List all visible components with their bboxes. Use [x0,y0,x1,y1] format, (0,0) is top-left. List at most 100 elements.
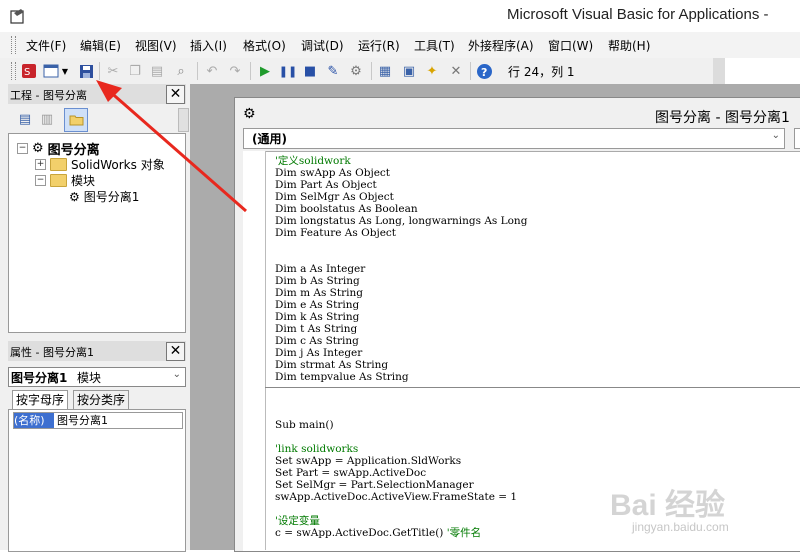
menu-bar: 文件(F) 编辑(E) 视图(V) 插入(I) 格式(O) 调试(D) 运行(R… [0,32,800,58]
copy-icon[interactable]: ❐ [126,62,144,80]
code-line[interactable]: Dim longstatus As Long, longwarnings As … [275,215,527,227]
tree-label-module: 图号分离1 [83,190,140,204]
close-icon[interactable]: ✕ [166,342,185,361]
code-line[interactable]: Dim b As String [275,275,360,287]
folder-open-icon [50,174,67,187]
tree-node-modules[interactable]: − 模块 [35,172,95,189]
code-line[interactable]: Dim e As String [275,299,359,311]
menu-debug[interactable]: 调试(D) [301,37,344,54]
code-line[interactable]: Dim t As String [275,323,357,335]
chevron-down-icon[interactable]: ⌄ [772,130,780,141]
menu-help[interactable]: 帮助(H) [608,37,650,54]
properties-object-select[interactable]: 图号分离1 模块 ⌄ [8,367,186,387]
object-name: 图号分离1 [11,371,68,385]
code-line[interactable]: Dim boolstatus As Boolean [275,203,418,215]
code-line[interactable]: Dim tempvalue As String [275,371,409,383]
code-line[interactable]: 'link solidworks [275,443,358,455]
toolbox-icon[interactable]: ✕ [447,62,465,80]
solidworks-icon[interactable]: S [20,62,38,80]
code-line[interactable]: Dim j As Integer [275,347,362,359]
menu-grip[interactable] [11,36,16,54]
procedure-divider [265,387,800,388]
menu-window[interactable]: 窗口(W) [548,37,593,54]
menu-addins[interactable]: 外接程序(A) [468,37,534,54]
properties-pane-title: 属性 - 图号分离1 [10,346,94,359]
menu-file[interactable]: 文件(F) [26,37,66,54]
properties-window-icon[interactable]: ▣ [400,62,418,80]
tab-alphabetic[interactable]: 按字母序 [12,390,69,410]
stop-icon[interactable]: ■ [301,62,319,80]
menu-view[interactable]: 视图(V) [135,37,177,54]
toolbar-grip[interactable] [11,62,16,80]
code-line[interactable]: Dim Part As Object [275,179,377,191]
chevron-down-icon[interactable]: ▼ [60,62,70,80]
code-line[interactable]: Dim m As String [275,287,363,299]
find-icon[interactable]: ⌕ [172,62,190,80]
object-combo[interactable]: (通用) ⌄ [243,128,785,149]
tab-categorized[interactable]: 按分类序 [73,390,130,409]
property-row[interactable]: (名称) 图号分离1 [13,412,183,429]
tree-node-module[interactable]: ⚙ 图号分离1 [69,188,139,205]
expand-icon[interactable]: + [35,159,46,170]
toggle-folders-icon[interactable] [64,108,88,132]
close-icon[interactable]: ✕ [166,85,185,104]
pause-icon[interactable]: ❚❚ [279,62,297,80]
chevron-down-icon[interactable]: ⌄ [173,369,181,380]
code-line[interactable]: Dim Feature As Object [275,227,396,239]
code-line[interactable]: Sub main() [275,419,334,431]
menu-tools[interactable]: 工具(T) [414,37,455,54]
view-code-icon[interactable]: ▤ [16,110,34,128]
save-icon[interactable] [77,62,95,80]
project-toolbar-scroll[interactable] [178,108,189,132]
code-line[interactable]: Set SelMgr = Part.SelectionManager [275,479,474,491]
collapse-icon[interactable]: − [35,175,46,186]
toolbar-overflow-chevron[interactable] [713,58,725,84]
window-title: Microsoft Visual Basic for Applications … [507,6,769,23]
menu-insert[interactable]: 插入(I) [190,37,227,54]
folder-icon [50,158,67,171]
toolbar-separator [99,62,100,80]
watermark-url: jingyan.baidu.com [632,520,729,534]
svg-text:?: ? [481,66,487,79]
project-toolbar: ▤ ▥ [8,106,189,132]
code-line[interactable]: Set Part = swApp.ActiveDoc [275,467,426,479]
tree-label-solidworks-objects: SolidWorks 对象 [71,158,165,172]
code-line[interactable]: Dim strmat As String [275,359,388,371]
collapse-icon[interactable]: − [17,143,28,154]
cursor-position: 行 24，列 1 [508,65,575,79]
view-object-icon[interactable]: ▥ [38,110,56,128]
code-line[interactable]: Dim c As String [275,335,359,347]
code-line[interactable]: swApp.ActiveDoc.ActiveView.FrameState = … [275,491,517,503]
run-icon[interactable]: ▶ [256,62,274,80]
code-line[interactable]: '设定变量 [275,515,320,527]
vba-app-icon[interactable] [9,7,27,25]
standard-toolbar: S ▼ ✂ ❐ ▤ ⌕ ↶ ↷ ▶ ❚❚ ■ ✎ ⚙ ▦ ▣ ✦ ✕ ? 行 2… [0,58,725,85]
code-margin [243,151,266,550]
property-value[interactable]: 图号分离1 [57,413,108,428]
object-browser-wrench-icon[interactable]: ⚙ [347,62,365,80]
object-browser-icon[interactable]: ✦ [423,62,441,80]
code-line[interactable]: '定义solidwork [275,155,351,167]
menu-format[interactable]: 格式(O) [243,37,286,54]
title-bar: Microsoft Visual Basic for Applications … [0,0,800,32]
project-explorer-icon[interactable]: ▦ [376,62,394,80]
code-line[interactable]: Dim k As String [275,311,359,323]
menu-edit[interactable]: 编辑(E) [80,37,121,54]
insert-userform-icon[interactable] [42,62,60,80]
code-line[interactable]: Dim swApp As Object [275,167,390,179]
tree-node-solidworks-objects[interactable]: + SolidWorks 对象 [35,156,165,173]
toolbar-separator [371,62,372,80]
project-tree: − ⚙ 图号分离 + SolidWorks 对象 − 模块 ⚙ 图号分离1 [8,133,186,333]
code-line[interactable]: Dim a As Integer [275,263,365,275]
procedure-combo[interactable] [794,128,800,149]
code-line[interactable]: c = swApp.ActiveDoc.GetTitle() '零件名 [275,527,481,539]
paste-icon[interactable]: ▤ [148,62,166,80]
code-line[interactable]: Set swApp = Application.SldWorks [275,455,461,467]
design-mode-icon[interactable]: ✎ [324,62,342,80]
code-line[interactable]: Dim SelMgr As Object [275,191,394,203]
undo-icon[interactable]: ↶ [203,62,221,80]
redo-icon[interactable]: ↷ [226,62,244,80]
menu-run[interactable]: 运行(R) [358,37,400,54]
help-icon[interactable]: ? [475,62,493,80]
cut-icon[interactable]: ✂ [104,62,122,80]
